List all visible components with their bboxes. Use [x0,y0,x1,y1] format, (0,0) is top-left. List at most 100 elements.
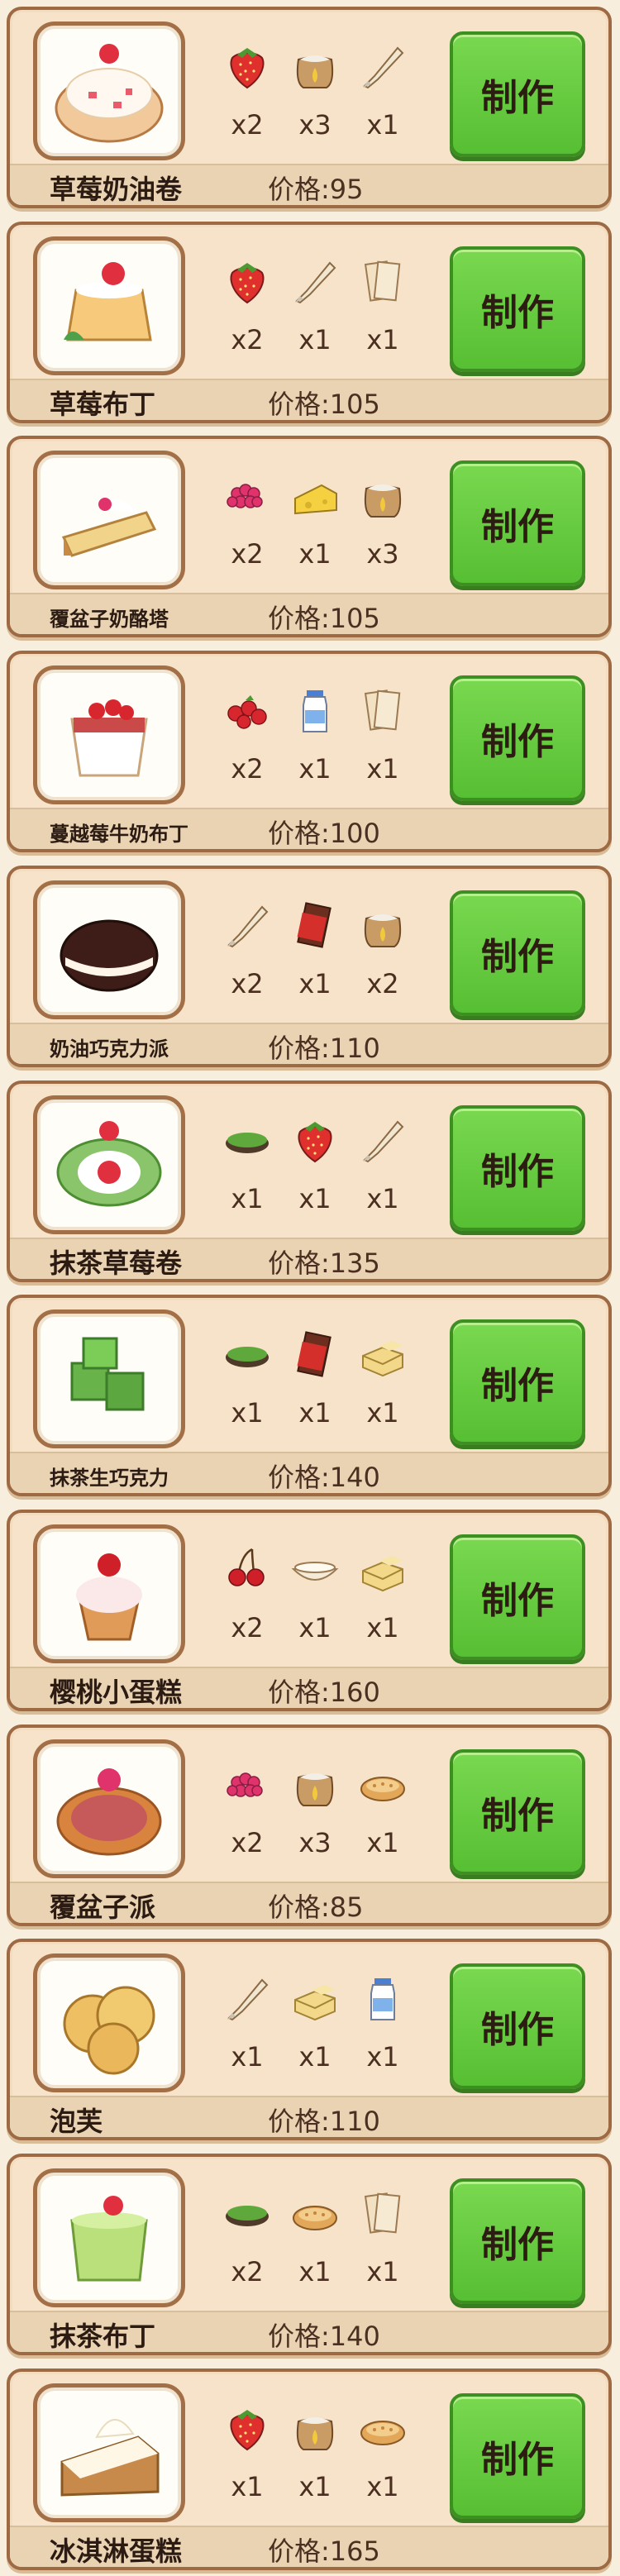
make-button[interactable]: 制作 [450,1534,585,1660]
ingredient-list: x2 x3 x1 [215,1758,422,1882]
recipe-info-bar: 抹茶生巧克力 价格:140 [10,1452,608,1493]
make-button[interactable]: 制作 [450,2393,585,2519]
ingredient-quantity: x1 [366,1183,399,1214]
recipe-card: x1 x1 x1 制作 抹茶生巧克力 价格:140 [7,1295,612,1496]
ingredient-item: x1 [215,1972,279,2096]
ingredient-quantity: x1 [366,1397,399,1429]
ingredient-list: x1 x1 x1 [215,2402,422,2526]
recipe-name: 抹茶生巧克力 [50,1467,169,1490]
ingredient-item: x1 [283,1972,347,2096]
recipe-price: 价格:85 [268,1887,364,1925]
recipe-info-bar: 草莓布丁 价格:105 [10,379,608,420]
price-value: 105 [329,603,380,634]
make-button[interactable]: 制作 [450,1105,585,1231]
cherry-cupcake-icon [33,1524,185,1663]
ingredient-quantity: x2 [231,538,264,570]
price-value: 85 [329,1891,364,1923]
price-prefix: 价格: [268,2535,330,2567]
ingredient-item: x1 [283,1543,347,1667]
raspberry-pie-icon [33,1739,185,1878]
price-prefix: 价格: [268,1033,330,1064]
make-button[interactable]: 制作 [450,1319,585,1445]
ingredient-item: x1 [283,469,347,593]
recipe-card: x1 x1 x1 制作 泡芙 价格:110 [7,1939,612,2140]
ingredient-quantity: x1 [298,2041,331,2073]
price-value: 95 [329,174,364,205]
recipe-price: 价格:95 [268,169,364,207]
ingredient-item: x1 [351,255,415,379]
recipe-name: 蔓越莓牛奶布丁 [50,823,188,846]
make-button[interactable]: 制作 [450,1963,585,2089]
ingredient-item: x1 [351,1758,415,1882]
ingredient-item: x2 [215,2187,279,2311]
recipe-info-bar: 草莓奶油卷 价格:95 [10,164,608,205]
matcha-chocolate-icon [33,1309,185,1448]
recipe-name: 抹茶草莓卷 [50,1247,183,1279]
ingredient-quantity: x3 [298,109,331,141]
price-value: 140 [329,2321,380,2352]
price-prefix: 价格: [268,1891,330,1923]
ingredient-item: x2 [215,469,279,593]
ingredient-item: x1 [283,1328,347,1452]
ingredient-item: x1 [351,684,415,808]
raspberry-cheesecake-icon [33,451,185,589]
ingredient-quantity: x1 [298,1397,331,1429]
make-button[interactable]: 制作 [450,460,585,586]
price-prefix: 价格: [268,389,330,420]
ingredient-quantity: x1 [366,1612,399,1643]
make-button[interactable]: 制作 [450,890,585,1016]
cranberry-milk-pudding-icon [33,665,185,804]
ingredient-quantity: x2 [231,2256,264,2287]
price-prefix: 价格: [268,2106,330,2137]
make-button[interactable]: 制作 [450,246,585,372]
ingredient-quantity: x1 [298,968,331,999]
ingredient-item: x3 [283,40,347,164]
ingredient-list: x2 x3 x1 [215,40,422,164]
recipe-info-bar: 抹茶草莓卷 价格:135 [10,1238,608,1279]
price-prefix: 价格: [268,818,330,849]
ingredient-quantity: x1 [298,2256,331,2287]
ingredient-quantity: x2 [231,324,264,355]
ingredient-quantity: x1 [366,324,399,355]
recipe-card: x2 x1 x1 制作 蔓越莓牛奶布丁 价格:100 [7,651,612,852]
strawberry-pudding-icon [33,236,185,375]
ingredient-list: x2 x1 x1 [215,255,422,379]
ingredient-list: x2 x1 x1 [215,684,422,808]
ingredient-item: x1 [351,1543,415,1667]
make-button[interactable]: 制作 [450,1749,585,1875]
recipe-info-bar: 覆盆子派 价格:85 [10,1882,608,1923]
recipe-price: 价格:100 [268,813,380,851]
ingredient-item: x2 [215,1758,279,1882]
recipe-price: 价格:140 [268,2316,380,2354]
ingredient-item: x1 [215,1114,279,1238]
ingredient-item: x3 [351,469,415,593]
ingredient-quantity: x1 [366,109,399,141]
ingredient-quantity: x1 [298,753,331,785]
price-value: 140 [329,1462,380,1493]
price-prefix: 价格: [268,1247,330,1279]
make-button[interactable]: 制作 [450,675,585,801]
ingredient-quantity: x1 [231,2471,264,2502]
price-value: 100 [329,818,380,849]
recipe-card: x2 x1 x2 制作 奶油巧克力派 价格:110 [7,866,612,1067]
recipe-card: x2 x1 x1 制作 草莓布丁 价格:105 [7,222,612,423]
make-button[interactable]: 制作 [450,31,585,157]
ingredient-item: x1 [351,2402,415,2526]
ingredient-item: x1 [351,1972,415,2096]
ingredient-quantity: x2 [231,1612,264,1643]
price-prefix: 价格: [268,174,330,205]
make-button[interactable]: 制作 [450,2178,585,2304]
recipe-price: 价格:110 [268,2101,380,2139]
ingredient-item: x1 [283,899,347,1023]
ice-cream-cake-icon [33,2383,185,2522]
ingredient-quantity: x1 [231,1183,264,1214]
ingredient-quantity: x1 [366,2041,399,2073]
recipe-card: x2 x1 x1 制作 樱桃小蛋糕 价格:160 [7,1510,612,1711]
ingredient-item: x1 [283,2402,347,2526]
ingredient-list: x1 x1 x1 [215,1972,422,2096]
recipe-card: x2 x1 x1 制作 抹茶布丁 价格:140 [7,2154,612,2355]
recipe-name: 抹茶布丁 [50,2321,156,2352]
ingredient-quantity: x3 [366,538,399,570]
recipe-price: 价格:140 [268,1457,380,1495]
price-prefix: 价格: [268,1677,330,1708]
